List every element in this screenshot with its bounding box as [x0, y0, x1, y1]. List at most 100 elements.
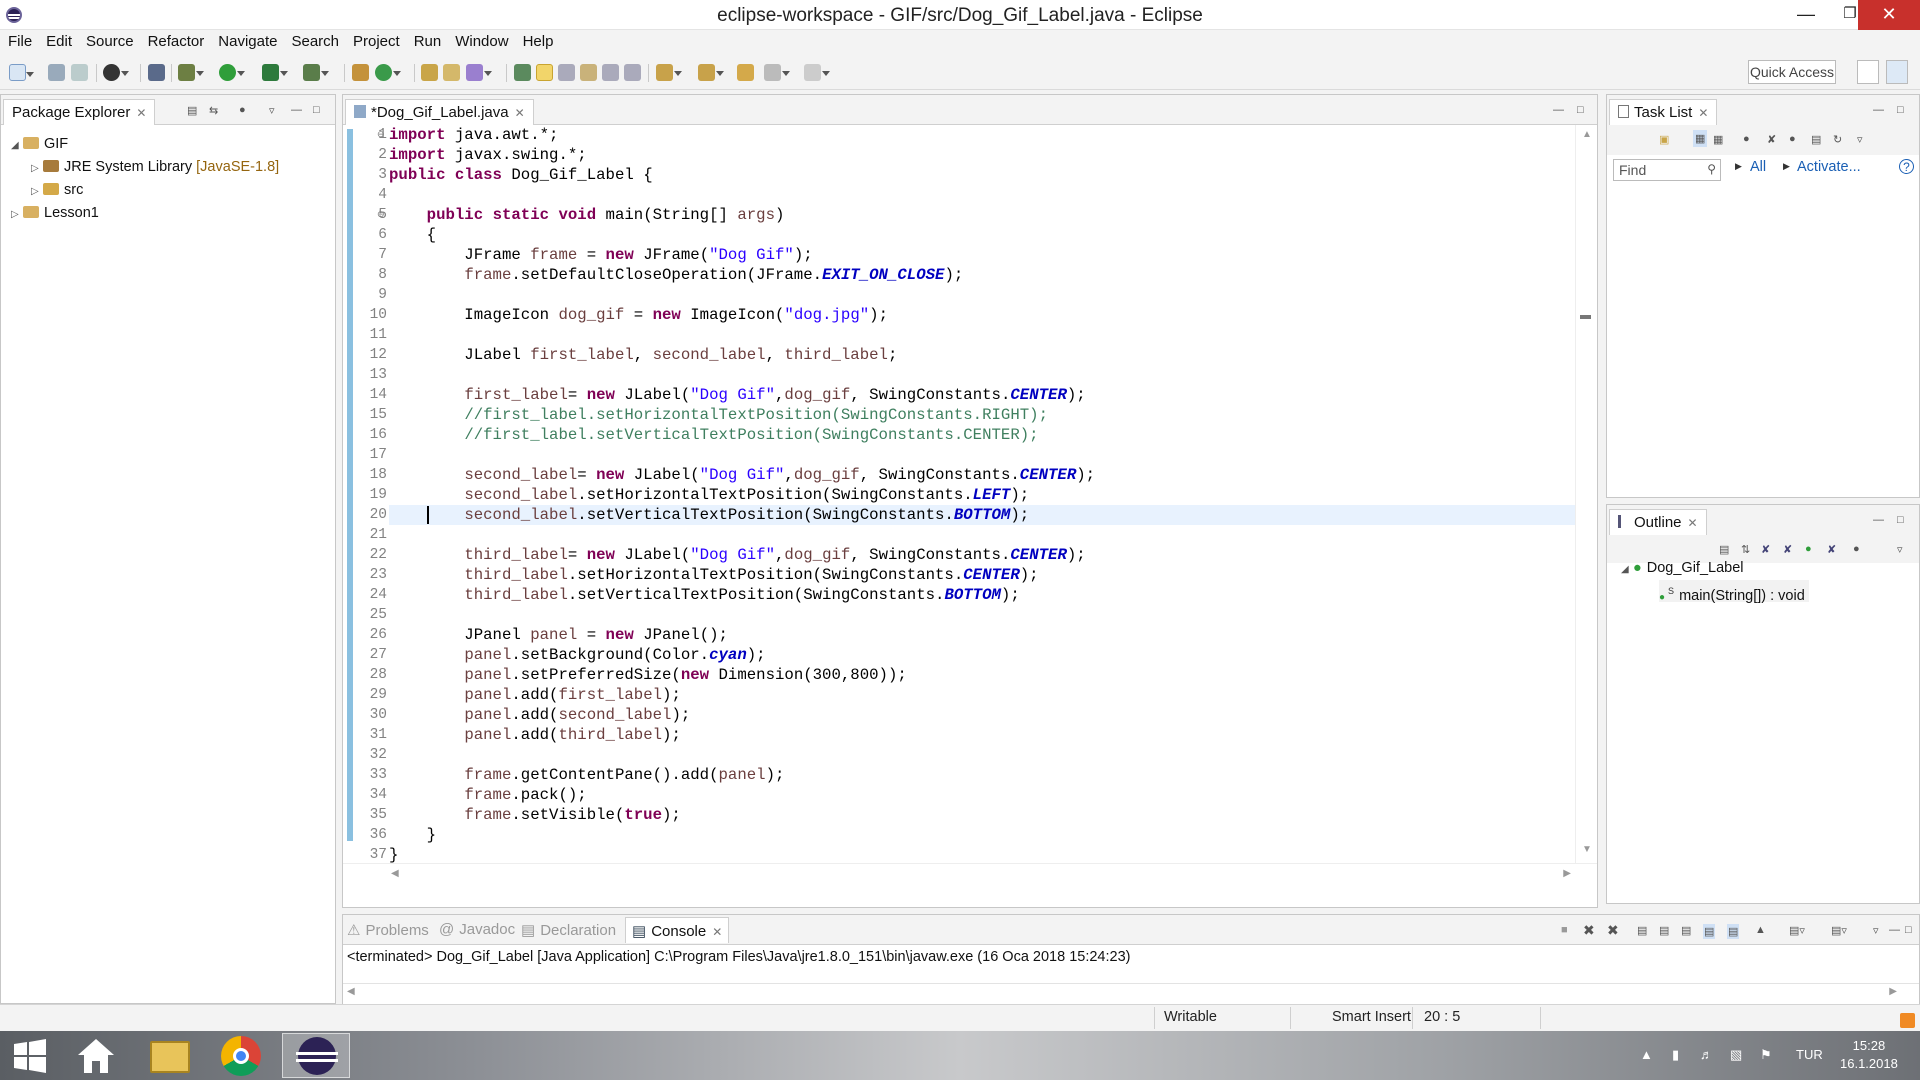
menu-help[interactable]: Help — [516, 30, 561, 54]
code-line[interactable] — [389, 745, 1579, 765]
code-line[interactable]: JPanel panel = new JPanel(); — [389, 625, 1579, 645]
code-line[interactable] — [389, 605, 1579, 625]
maximize-view-icon[interactable]: □ — [1897, 514, 1904, 526]
java-perspective-button[interactable] — [1886, 60, 1908, 84]
skip-breakpoints-icon[interactable] — [148, 64, 165, 81]
show-on-stdout-icon[interactable]: ▤ — [1703, 924, 1716, 939]
tab-dog-gif-label[interactable]: *Dog_Gif_Label.java ✕ — [345, 99, 534, 125]
remove-launch-icon[interactable]: ✖ — [1583, 922, 1595, 939]
open-perspective-button[interactable] — [1857, 60, 1879, 84]
code-lines[interactable]: import java.awt.*; import javax.swing.*; p… — [389, 125, 1579, 885]
menu-edit[interactable]: Edit — [39, 30, 79, 54]
find-input[interactable]: Find ⚲ — [1613, 159, 1721, 181]
maximize-view-icon[interactable]: □ — [313, 104, 320, 116]
code-line[interactable]: JFrame frame = new JFrame("Dog Gif"); — [389, 245, 1579, 265]
code-line[interactable]: JLabel first_label, second_label, third_… — [389, 345, 1579, 365]
previous-annotation-icon[interactable] — [698, 64, 724, 81]
remove-all-icon[interactable]: ✖ — [1607, 922, 1619, 939]
vertical-scrollbar[interactable]: ▲ ▼ — [1575, 125, 1597, 885]
collapse-all-icon[interactable]: ▤ — [187, 104, 197, 117]
code-line[interactable]: panel.setBackground(Color.cyan); — [389, 645, 1579, 665]
scroll-lock-icon[interactable]: ▤ — [1659, 924, 1669, 937]
run-icon[interactable] — [219, 64, 245, 81]
new-icon[interactable] — [9, 64, 34, 81]
code-line[interactable]: } — [389, 845, 1579, 865]
menu-file[interactable]: File — [0, 30, 39, 54]
maximize-editor-icon[interactable]: □ — [1577, 104, 1584, 116]
code-line[interactable]: second_label.setVerticalTextPosition(Swi… — [389, 505, 1579, 525]
language-indicator[interactable]: TUR — [1796, 1047, 1823, 1062]
code-line[interactable]: import java.awt.*; — [389, 125, 1579, 145]
scheduled-icon[interactable]: ▦ — [1713, 133, 1723, 146]
hide-local-types-icon[interactable]: ✘ — [1827, 543, 1836, 556]
menu-refactor[interactable]: Refactor — [141, 30, 212, 54]
code-line[interactable]: import javax.swing.*; — [389, 145, 1579, 165]
maximize-view-icon[interactable]: □ — [1897, 104, 1904, 116]
tab-declaration[interactable]: ▤ Declaration — [521, 921, 616, 939]
block-selection-icon[interactable] — [558, 64, 575, 81]
outline-item-main[interactable]: ●S main(String[]) : void — [1659, 580, 1809, 604]
code-line[interactable]: } — [389, 825, 1579, 845]
open-type-icon[interactable] — [421, 64, 438, 81]
debug-icon[interactable] — [178, 64, 204, 81]
clear-console-icon[interactable]: ▤ — [1637, 924, 1647, 937]
back-icon[interactable] — [764, 64, 790, 81]
filter-icon[interactable]: ● — [1743, 133, 1750, 145]
minimize-editor-icon[interactable]: — — [1553, 104, 1564, 116]
home-icon[interactable] — [62, 1033, 130, 1078]
tab-package-explorer[interactable]: Package Explorer ✕ — [3, 99, 156, 125]
word-wrap-icon[interactable]: ▤ — [1681, 924, 1691, 937]
open-console-icon[interactable]: ▤▿ — [1831, 924, 1847, 937]
tab-javadoc[interactable]: @ Javadoc — [439, 921, 515, 938]
horizontal-scrollbar[interactable]: ◀ ▶ — [343, 863, 1597, 885]
close-button[interactable]: ✕ — [1858, 0, 1920, 30]
code-line[interactable]: frame.setDefaultCloseOperation(JFrame.EX… — [389, 265, 1579, 285]
new-java-class-icon[interactable] — [375, 64, 401, 81]
sort-icon[interactable]: ⇅ — [1741, 543, 1750, 556]
search-icon[interactable] — [466, 64, 492, 81]
eclipse-taskbar-icon[interactable] — [282, 1033, 350, 1078]
save-all-icon[interactable] — [71, 64, 88, 81]
start-button[interactable] — [0, 1033, 58, 1078]
collapse-arrow-icon[interactable]: ▷ — [31, 181, 43, 203]
code-line[interactable]: third_label= new JLabel("Dog Gif",dog_gi… — [389, 545, 1579, 565]
menu-project[interactable]: Project — [346, 30, 407, 54]
mark-occurrences-icon[interactable] — [536, 64, 553, 81]
notification-icon[interactable] — [1900, 1013, 1915, 1028]
menu-navigate[interactable]: Navigate — [211, 30, 284, 54]
code-line[interactable] — [389, 325, 1579, 345]
code-line[interactable]: third_label.setHorizontalTextPosition(Sw… — [389, 565, 1579, 585]
close-tab-icon[interactable]: ✕ — [712, 925, 722, 939]
collapse-all-icon[interactable]: ▤ — [1811, 133, 1821, 146]
tab-console[interactable]: ▤ Console ✕ — [625, 917, 730, 943]
categorized-icon[interactable]: ▦ — [1693, 130, 1708, 147]
console-output[interactable]: <terminated> Dog_Gif_Label [Java Applica… — [347, 949, 1130, 965]
activate-link[interactable]: Activate... — [1797, 159, 1861, 175]
overview-marker[interactable] — [1580, 315, 1591, 319]
network-icon[interactable]: ▧ — [1730, 1047, 1742, 1063]
code-line[interactable]: public static void main(String[] args) — [389, 205, 1579, 225]
annotation-icon[interactable] — [514, 64, 531, 81]
hide-completed-icon[interactable]: ✘ — [1767, 133, 1776, 146]
menu-source[interactable]: Source — [79, 30, 141, 54]
coverage-icon[interactable] — [262, 64, 288, 81]
code-line[interactable]: panel.add(third_label); — [389, 725, 1579, 745]
tree-item-jre-library[interactable]: ▷ JRE System Library [JavaSE-1.8] — [31, 156, 279, 178]
last-edit-location-icon[interactable] — [737, 64, 754, 81]
save-icon[interactable] — [48, 64, 65, 81]
minimize-view-icon[interactable]: — — [291, 104, 302, 116]
focus-icon[interactable]: ● — [239, 104, 246, 116]
power-icon[interactable]: ▮ — [1672, 1047, 1679, 1063]
tree-item-gif[interactable]: ◢ GIF — [11, 133, 68, 155]
tab-task-list[interactable]: Task List ✕ — [1609, 99, 1718, 125]
volume-icon[interactable]: ♬ — [1700, 1047, 1713, 1062]
close-tab-icon[interactable]: ✕ — [515, 106, 525, 120]
show-hidden-icons-icon[interactable]: ▲ — [1640, 1047, 1653, 1062]
code-editor[interactable]: 1 2 3 4 5 6 7 8 9 10 11 12 13 14 15 16 17 18 19 20 21 22 23 24 2… — [343, 125, 1597, 885]
hide-nonpublic-icon[interactable]: ● — [1805, 543, 1812, 555]
view-menu-icon[interactable]: ▿ — [269, 104, 275, 117]
minimize-view-icon[interactable]: — — [1889, 924, 1900, 936]
code-line[interactable]: //first_label.setHorizontalTextPosition(… — [389, 405, 1579, 425]
menu-search[interactable]: Search — [284, 30, 346, 54]
sync-icon[interactable]: ↻ — [1833, 133, 1842, 146]
